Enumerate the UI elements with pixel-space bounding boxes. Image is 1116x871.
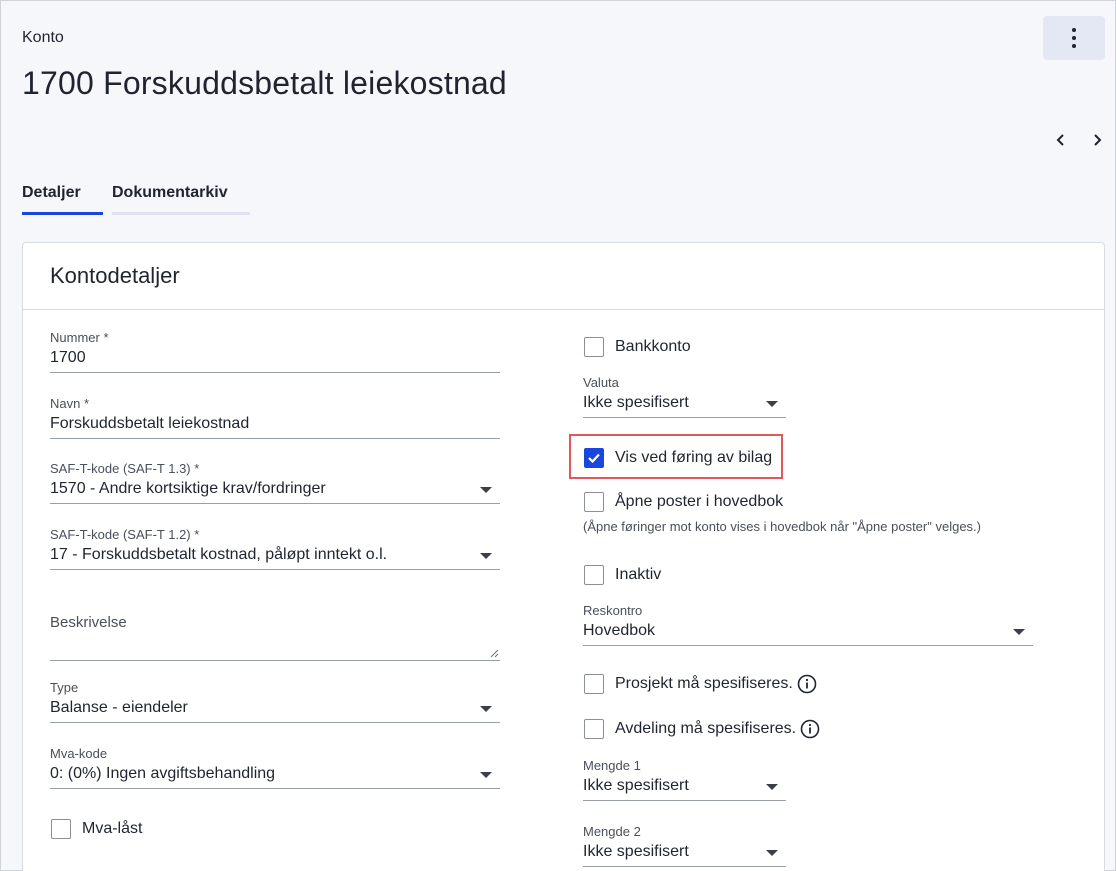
mvalaast-label: Mva-låst — [82, 820, 143, 837]
caret-down-icon — [480, 706, 492, 712]
type-field[interactable]: Type Balanse - eiendeler — [50, 680, 500, 723]
mvakode-value: 0: (0%) Ingen avgiftsbehandling — [50, 765, 276, 782]
reskontro-select[interactable]: Hovedbok — [583, 622, 1033, 646]
aapne-poster-checkbox[interactable]: Åpne poster i hovedbok — [584, 492, 783, 512]
caret-down-icon — [480, 772, 492, 778]
saft13-label: SAF-T-kode (SAF-T 1.3) * — [50, 461, 200, 476]
info-icon[interactable] — [800, 719, 820, 739]
saft13-field[interactable]: SAF-T-kode (SAF-T 1.3) * 1570 - Andre ko… — [50, 461, 500, 504]
saft12-select[interactable]: 17 - Forskuddsbetalt kostnad, påløpt inn… — [50, 546, 500, 570]
checkmark-icon — [588, 453, 600, 464]
navn-input[interactable]: Forskuddsbetalt leiekostnad — [50, 415, 500, 439]
mvakode-select[interactable]: 0: (0%) Ingen avgiftsbehandling — [50, 765, 500, 789]
saft12-field[interactable]: SAF-T-kode (SAF-T 1.2) * 17 - Forskuddsb… — [50, 527, 500, 570]
tab-bar: Detaljer Dokumentarkiv — [22, 181, 250, 215]
mvakode-field[interactable]: Mva-kode 0: (0%) Ingen avgiftsbehandling — [50, 746, 500, 789]
checkbox-unchecked-icon[interactable] — [584, 719, 604, 739]
saft12-value: 17 - Forskuddsbetalt kostnad, påløpt inn… — [50, 546, 388, 563]
inaktiv-label: Inaktiv — [615, 566, 662, 583]
tab-dokumentarkiv[interactable]: Dokumentarkiv — [112, 181, 250, 215]
breadcrumb-label[interactable]: Konto — [22, 29, 64, 47]
checkbox-unchecked-icon[interactable] — [584, 674, 604, 694]
card-title: Kontodetaljer — [23, 243, 1104, 310]
vis-ved-foring-checkbox[interactable]: Vis ved føring av bilag — [584, 448, 772, 468]
mengde2-label: Mengde 2 — [583, 824, 641, 839]
mvalaast-checkbox[interactable]: Mva-låst — [51, 819, 142, 839]
type-label: Type — [50, 680, 79, 695]
resize-handle-icon[interactable] — [490, 649, 499, 658]
mengde1-value: Ikke spesifisert — [583, 777, 689, 794]
beskrivelse-textarea[interactable] — [50, 635, 500, 661]
navn-label: Navn * — [50, 396, 90, 411]
saft13-value: 1570 - Andre kortsiktige krav/fordringer — [50, 480, 326, 497]
chevron-right-icon — [1094, 134, 1102, 146]
prosjekt-checkbox[interactable]: Prosjekt må spesifiseres. — [584, 674, 817, 694]
type-value: Balanse - eiendeler — [50, 699, 188, 716]
mengde1-select[interactable]: Ikke spesifisert — [583, 777, 786, 801]
checkbox-unchecked-icon[interactable] — [584, 337, 604, 357]
tab-detaljer[interactable]: Detaljer — [22, 181, 103, 215]
valuta-label: Valuta — [583, 375, 619, 390]
bankkonto-label: Bankkonto — [615, 338, 691, 355]
inaktiv-checkbox[interactable]: Inaktiv — [584, 565, 661, 585]
chevron-left-icon — [1056, 134, 1064, 146]
caret-down-icon — [1013, 629, 1025, 635]
aapne-poster-hint: (Åpne føringer mot konto vises i hovedbo… — [583, 519, 981, 534]
saft12-label: SAF-T-kode (SAF-T 1.2) * — [50, 527, 200, 542]
checkbox-unchecked-icon[interactable] — [584, 492, 604, 512]
vis-ved-foring-label: Vis ved føring av bilag — [615, 449, 773, 466]
mengde1-field[interactable]: Mengde 1 Ikke spesifisert — [583, 758, 786, 801]
caret-down-icon — [766, 784, 778, 790]
mengde2-field[interactable]: Mengde 2 Ikke spesifisert — [583, 824, 786, 867]
caret-down-icon — [480, 553, 492, 559]
avdeling-label: Avdeling må spesifiseres. — [615, 720, 797, 737]
nummer-field[interactable]: Nummer * 1700 — [50, 330, 500, 373]
bankkonto-checkbox[interactable]: Bankkonto — [584, 337, 691, 357]
account-details-card: Kontodetaljer Nummer * 1700 Navn * Forsk… — [22, 242, 1105, 871]
next-record-button[interactable] — [1087, 129, 1107, 151]
checkbox-checked-icon[interactable] — [584, 448, 604, 468]
valuta-field[interactable]: Valuta Ikke spesifisert — [583, 375, 786, 418]
beskrivelse-field[interactable]: Beskrivelse — [50, 614, 500, 661]
beskrivelse-label: Beskrivelse — [50, 614, 127, 631]
kebab-icon — [1072, 28, 1076, 48]
mengde1-label: Mengde 1 — [583, 758, 641, 773]
more-actions-button[interactable] — [1043, 16, 1105, 60]
checkbox-unchecked-icon[interactable] — [584, 565, 604, 585]
aapne-poster-label: Åpne poster i hovedbok — [615, 493, 784, 510]
valuta-value: Ikke spesifisert — [583, 394, 689, 411]
nummer-label: Nummer * — [50, 330, 109, 345]
saft13-select[interactable]: 1570 - Andre kortsiktige krav/fordringer — [50, 480, 500, 504]
nummer-input[interactable]: 1700 — [50, 349, 500, 373]
caret-down-icon — [766, 401, 778, 407]
previous-record-button[interactable] — [1051, 129, 1071, 151]
caret-down-icon — [480, 487, 492, 493]
mvakode-label: Mva-kode — [50, 746, 108, 761]
prosjekt-label: Prosjekt må spesifiseres. — [615, 675, 793, 692]
checkbox-unchecked-icon[interactable] — [51, 819, 71, 839]
avdeling-checkbox[interactable]: Avdeling må spesifiseres. — [584, 719, 820, 739]
type-select[interactable]: Balanse - eiendeler — [50, 699, 500, 723]
page-title: 1700 Forskuddsbetalt leiekostnad — [22, 65, 507, 101]
reskontro-value: Hovedbok — [583, 622, 656, 639]
info-icon[interactable] — [797, 674, 817, 694]
valuta-select[interactable]: Ikke spesifisert — [583, 394, 786, 418]
reskontro-field[interactable]: Reskontro Hovedbok — [583, 603, 1033, 646]
mengde2-value: Ikke spesifisert — [583, 843, 689, 860]
navn-field[interactable]: Navn * Forskuddsbetalt leiekostnad — [50, 396, 500, 439]
mengde2-select[interactable]: Ikke spesifisert — [583, 843, 786, 867]
reskontro-label: Reskontro — [583, 603, 643, 618]
caret-down-icon — [766, 850, 778, 856]
